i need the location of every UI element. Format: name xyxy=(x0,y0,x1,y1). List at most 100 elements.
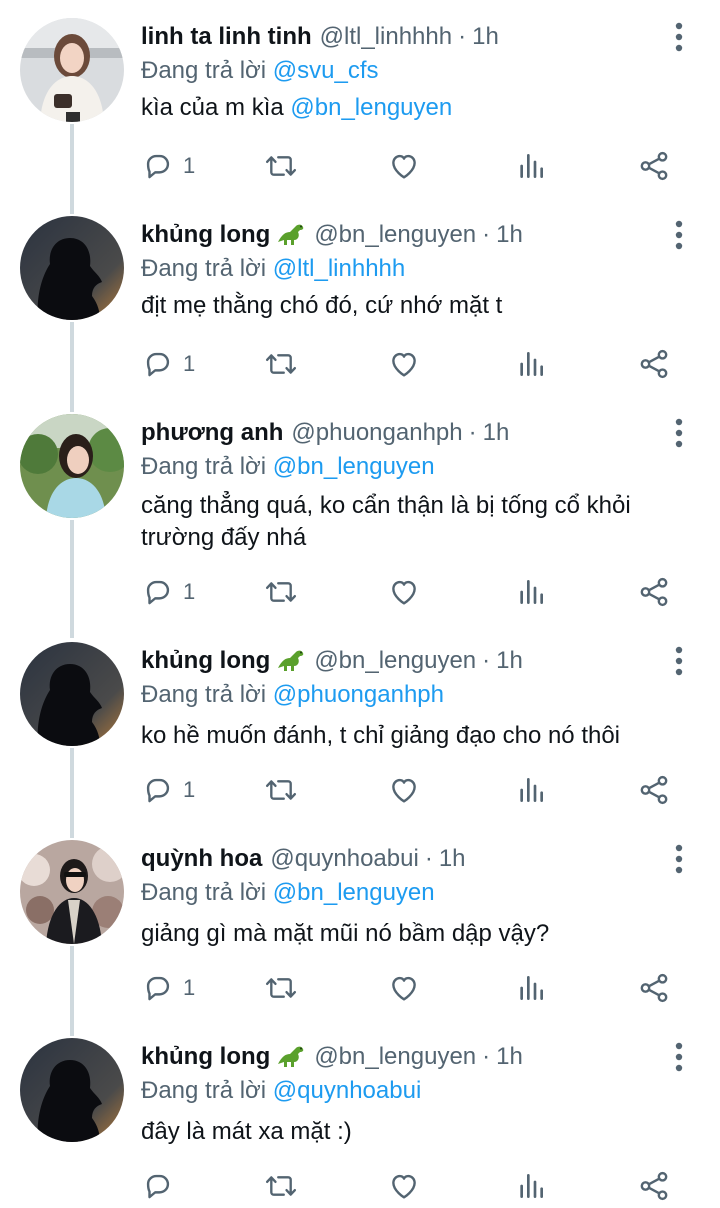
reply-button[interactable]: 1 xyxy=(141,770,195,810)
retweet-button[interactable] xyxy=(263,1166,299,1206)
reply-tweet[interactable]: phương anh @phuonganhph · 1h Đang trả lời @… xyxy=(0,396,720,624)
analytics-button[interactable] xyxy=(515,146,547,186)
share-button[interactable] xyxy=(637,572,671,612)
user-handle[interactable]: @bn_lenguyen xyxy=(314,221,476,248)
replying-to: Đang trả lời @ltl_linhhhh xyxy=(141,252,405,286)
timestamp[interactable]: 1h xyxy=(496,221,523,248)
heart-icon xyxy=(392,976,416,1001)
reply-text-content: địt mẹ thằng chó đó, cứ nhớ mặt t xyxy=(141,292,503,319)
avatar[interactable] xyxy=(20,414,124,518)
share-button[interactable] xyxy=(637,146,671,186)
avatar[interactable] xyxy=(20,840,124,944)
replying-to-mention[interactable]: @ltl_linhhhh xyxy=(273,255,405,282)
avatar[interactable] xyxy=(20,216,124,320)
replying-to-mention[interactable]: @svu_cfs xyxy=(273,57,379,84)
timestamp[interactable]: 1h xyxy=(439,845,466,872)
like-button[interactable] xyxy=(387,146,421,186)
reply-icon xyxy=(146,154,170,179)
user-handle[interactable]: @ltl_linhhhh xyxy=(320,23,452,50)
like-button[interactable] xyxy=(387,968,421,1008)
share-icon xyxy=(640,349,668,379)
action-bar xyxy=(141,1166,674,1206)
analytics-icon xyxy=(520,976,543,1000)
retweet-button[interactable] xyxy=(263,344,299,384)
share-button[interactable] xyxy=(637,1166,671,1206)
analytics-button[interactable] xyxy=(515,968,547,1008)
reply-button[interactable]: 1 xyxy=(141,146,195,186)
replying-to-mention[interactable]: @quynhoabui xyxy=(273,1077,421,1104)
reply-icon xyxy=(146,580,170,605)
share-button[interactable] xyxy=(637,770,671,810)
display-name[interactable]: khủng long xyxy=(141,1043,270,1070)
analytics-button[interactable] xyxy=(515,572,547,612)
share-icon xyxy=(640,775,668,805)
separator-dot: · xyxy=(482,647,491,674)
analytics-button[interactable] xyxy=(515,344,547,384)
replying-to-label: Đang trả lời xyxy=(141,57,267,84)
like-button[interactable] xyxy=(387,572,421,612)
replying-to: Đang trả lời @phuonganhph xyxy=(141,678,444,712)
reply-text: địt mẹ thằng chó đó, cứ nhớ mặt t xyxy=(141,290,681,322)
timestamp[interactable]: 1h xyxy=(496,1043,523,1070)
share-button[interactable] xyxy=(637,968,671,1008)
replying-to-label: Đang trả lời xyxy=(141,1077,267,1104)
avatar[interactable] xyxy=(20,642,124,746)
reply-tweet[interactable]: linh ta linh tinh @ltl_linhhhh · 1h Đang tr… xyxy=(0,0,720,198)
reply-count: 1 xyxy=(183,579,196,604)
reply-count: 1 xyxy=(183,777,196,802)
heart-icon xyxy=(392,154,416,179)
like-button[interactable] xyxy=(387,1166,421,1206)
dinosaur-emoji-icon xyxy=(278,224,304,245)
more-options-icon[interactable] xyxy=(674,646,684,676)
reply-button[interactable]: 1 xyxy=(141,572,195,612)
user-handle[interactable]: @bn_lenguyen xyxy=(314,647,476,674)
more-options-icon[interactable] xyxy=(674,220,684,250)
retweet-button[interactable] xyxy=(263,770,299,810)
reply-icon xyxy=(146,778,170,803)
analytics-button[interactable] xyxy=(515,770,547,810)
share-button[interactable] xyxy=(637,344,671,384)
more-options-icon[interactable] xyxy=(674,844,684,874)
analytics-icon xyxy=(520,778,543,802)
more-options-icon[interactable] xyxy=(674,22,684,52)
retweet-button[interactable] xyxy=(263,968,299,1008)
replying-to-mention[interactable]: @bn_lenguyen xyxy=(273,453,435,480)
reply-tweet[interactable]: khủng long @bn_lenguyen · 1h Đang trả lời @… xyxy=(0,198,720,396)
reply-header: quỳnh hoa @quynhoabui · 1h xyxy=(141,842,660,876)
timestamp[interactable]: 1h xyxy=(483,419,510,446)
avatar[interactable] xyxy=(20,1038,124,1142)
heart-icon xyxy=(392,778,416,803)
retweet-button[interactable] xyxy=(263,146,299,186)
user-handle[interactable]: @bn_lenguyen xyxy=(314,1043,476,1070)
replying-to: Đang trả lời @bn_lenguyen xyxy=(141,450,435,484)
reply-tweet[interactable]: khủng long @bn_lenguyen · 1h Đang trả lời @… xyxy=(0,1020,720,1208)
timestamp[interactable]: 1h xyxy=(496,647,523,674)
reply-tweet[interactable]: khủng long @bn_lenguyen · 1h Đang trả lời @… xyxy=(0,624,720,822)
display-name[interactable]: linh ta linh tinh xyxy=(141,23,312,50)
like-button[interactable] xyxy=(387,344,421,384)
more-options-icon[interactable] xyxy=(674,418,684,448)
separator-dot: · xyxy=(482,1043,491,1070)
avatar[interactable] xyxy=(20,18,124,122)
reply-button[interactable]: 1 xyxy=(141,968,195,1008)
analytics-button[interactable] xyxy=(515,1166,547,1206)
retweet-button[interactable] xyxy=(263,572,299,612)
like-button[interactable] xyxy=(387,770,421,810)
heart-icon xyxy=(392,580,416,605)
user-handle[interactable]: @quynhoabui xyxy=(270,845,418,872)
more-options-icon[interactable] xyxy=(674,1042,684,1072)
replying-to-label: Đang trả lời xyxy=(141,453,267,480)
display-name[interactable]: khủng long xyxy=(141,647,270,674)
inline-mention[interactable]: @bn_lenguyen xyxy=(290,94,452,121)
replying-to-mention[interactable]: @phuonganhph xyxy=(273,681,444,708)
display-name[interactable]: khủng long xyxy=(141,221,270,248)
reply-tweet[interactable]: quỳnh hoa @quynhoabui · 1h Đang trả lời @bn… xyxy=(0,822,720,1020)
reply-button[interactable]: 1 xyxy=(141,344,195,384)
timestamp[interactable]: 1h xyxy=(472,23,499,50)
user-handle[interactable]: @phuonganhph xyxy=(291,419,462,446)
replying-to-mention[interactable]: @bn_lenguyen xyxy=(273,879,435,906)
display-name[interactable]: phương anh xyxy=(141,419,283,446)
reply-button[interactable] xyxy=(141,1166,175,1206)
display-name[interactable]: quỳnh hoa xyxy=(141,845,262,872)
action-bar: 1 xyxy=(141,344,674,384)
